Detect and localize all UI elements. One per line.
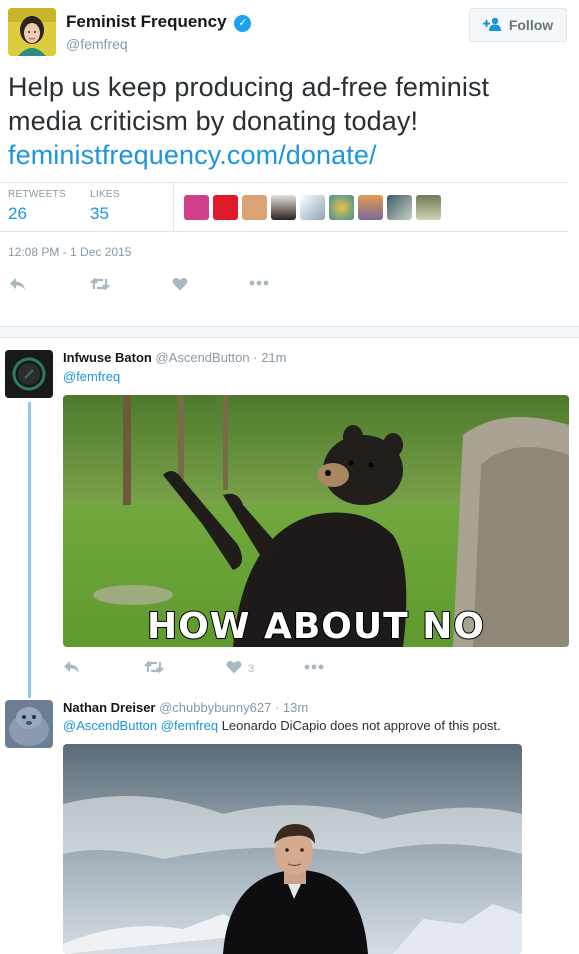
reply-time[interactable]: · 21m: [253, 350, 286, 365]
reply-body-text: Leonardo DiCapio does not approve of thi…: [221, 718, 501, 733]
reply-icon[interactable]: [9, 277, 27, 291]
liker-avatar[interactable]: [329, 195, 354, 220]
likes-count[interactable]: 35: [90, 204, 120, 224]
reply-header: Nathan Dreiser @chubbybunny627 · 13m: [63, 700, 308, 715]
tweet-text-line-2: media criticism by donating today!: [8, 106, 419, 136]
mention-link[interactable]: @femfreq: [63, 369, 120, 384]
likes-stat[interactable]: LIKES 35: [90, 189, 120, 224]
retweet-icon[interactable]: [90, 277, 110, 291]
like-icon: [226, 660, 242, 677]
photo-image[interactable]: [63, 744, 522, 954]
reply-author-handle[interactable]: @chubbybunny627: [159, 700, 271, 715]
retweets-stat[interactable]: RETWEETS 26: [8, 189, 66, 224]
retweets-label: RETWEETS: [8, 189, 66, 200]
liker-avatar[interactable]: [300, 195, 325, 220]
reply-header: Infwuse Baton @AscendButton · 21m: [63, 350, 286, 365]
verified-badge-icon: ✓: [234, 15, 252, 32]
reply-tweet: Infwuse Baton @AscendButton · 21m @femfr…: [0, 338, 579, 690]
reply-time[interactable]: · 13m: [275, 700, 308, 715]
meme-image[interactable]: HOW ABOUT NO: [63, 395, 569, 647]
thread-separator: [0, 326, 579, 338]
meme-caption: HOW ABOUT NO: [146, 606, 485, 648]
donate-link[interactable]: feministfrequency.com/donate/: [8, 138, 568, 172]
author-handle[interactable]: @femfreq: [66, 36, 128, 52]
like-icon[interactable]: [172, 277, 188, 291]
tweet-text: Help us keep producing ad-free feminist …: [8, 70, 568, 172]
like-button[interactable]: 3: [226, 660, 254, 677]
add-user-icon: [482, 17, 503, 34]
reply-text: @femfreq: [63, 369, 120, 384]
reply-text: @AscendButton @femfreq Leonardo DiCapio …: [63, 718, 501, 733]
retweets-count[interactable]: 26: [8, 204, 66, 224]
stats-bar: RETWEETS 26 LIKES 35: [0, 182, 568, 232]
follow-button[interactable]: Follow: [469, 8, 567, 42]
more-icon[interactable]: [249, 280, 269, 286]
liker-avatar[interactable]: [213, 195, 238, 220]
author-name[interactable]: Feminist Frequency ✓: [66, 12, 252, 32]
reply-actions: 3: [0, 659, 579, 681]
likes-label: LIKES: [90, 189, 120, 200]
liker-avatar[interactable]: [358, 195, 383, 220]
tweet-text-line-1: Help us keep producing ad-free feminist: [8, 72, 490, 102]
more-icon[interactable]: [304, 664, 324, 670]
reply-author-name[interactable]: Nathan Dreiser: [63, 700, 155, 715]
mention-link[interactable]: @AscendButton: [63, 718, 157, 733]
reply-avatar[interactable]: [5, 700, 53, 748]
liker-avatar[interactable]: [242, 195, 267, 220]
stats-divider: [173, 183, 174, 231]
liker-avatars: [184, 195, 441, 220]
tweet-timestamp[interactable]: 12:08 PM - 1 Dec 2015: [8, 245, 131, 259]
retweet-icon[interactable]: [144, 660, 164, 674]
author-avatar[interactable]: [8, 8, 56, 56]
reply-icon[interactable]: [63, 660, 81, 674]
liker-avatar[interactable]: [387, 195, 412, 220]
reply-author-name[interactable]: Infwuse Baton: [63, 350, 152, 365]
reply-tweet: Nathan Dreiser @chubbybunny627 · 13m @As…: [0, 690, 579, 954]
liker-avatar[interactable]: [184, 195, 209, 220]
mention-link[interactable]: @femfreq: [161, 718, 218, 733]
tweet-actions: [0, 274, 579, 296]
main-tweet: Feminist Frequency ✓ @femfreq Follow Hel…: [0, 0, 579, 326]
like-count: 3: [248, 662, 255, 675]
reply-avatar[interactable]: [5, 350, 53, 398]
follow-label: Follow: [508, 17, 554, 33]
author-name-text[interactable]: Feminist Frequency: [66, 12, 227, 31]
reply-author-handle[interactable]: @AscendButton: [155, 350, 249, 365]
liker-avatar[interactable]: [271, 195, 296, 220]
liker-avatar[interactable]: [416, 195, 441, 220]
